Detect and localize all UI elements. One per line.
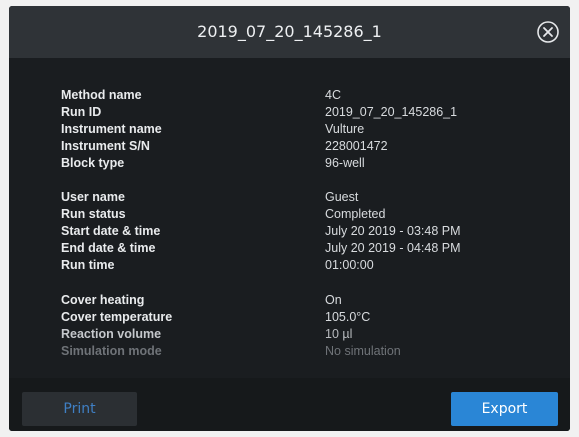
detail-row-end-date-time: End date & time July 20 2019 - 04:48 PM (9, 240, 570, 257)
detail-label: Instrument name (61, 122, 162, 136)
detail-row-instrument-sn: Instrument S/N 228001472 (9, 138, 570, 155)
detail-row-reaction-volume: Reaction volume 10 µl (9, 326, 570, 343)
detail-label: Simulation mode (61, 344, 162, 358)
detail-row-run-id: Run ID 2019_07_20_145286_1 (9, 104, 570, 121)
detail-label: Reaction volume (61, 327, 162, 341)
detail-row-user-name: User name Guest (9, 189, 570, 206)
detail-label: Cover heating (61, 293, 145, 307)
details-list: Method name 4C Run ID 2019_07_20_145286_… (9, 58, 570, 378)
detail-label: Start date & time (61, 224, 161, 238)
detail-row-method-name: Method name 4C (9, 87, 570, 104)
detail-value: Completed (325, 207, 386, 221)
detail-row-cover-heating: Cover heating On (9, 292, 570, 309)
close-button[interactable] (536, 20, 560, 44)
detail-value: July 20 2019 - 03:48 PM (325, 224, 461, 238)
detail-value: 4C (325, 88, 341, 102)
detail-label: Instrument S/N (61, 139, 150, 153)
run-details-dialog: 2019_07_20_145286_1 Method name 4C Run I… (9, 6, 570, 431)
detail-row-block-type: Block type 96-well (9, 155, 570, 172)
detail-value: On (325, 293, 342, 307)
detail-row-run-time: Run time 01:00:00 (9, 257, 570, 274)
detail-label: Cover temperature (61, 310, 173, 324)
detail-value: Vulture (325, 122, 365, 136)
close-circle-icon (537, 21, 559, 43)
detail-row-start-date-time: Start date & time July 20 2019 - 03:48 P… (9, 223, 570, 240)
detail-value: No simulation (325, 344, 401, 358)
print-button[interactable]: Print (22, 392, 137, 426)
detail-value: 228001472 (325, 139, 388, 153)
detail-value: July 20 2019 - 04:48 PM (325, 241, 461, 255)
detail-label: Block type (61, 156, 125, 170)
detail-label: Run time (61, 258, 115, 272)
detail-value: Guest (325, 190, 359, 204)
detail-value: 96-well (325, 156, 365, 170)
detail-value: 01:00:00 (325, 258, 374, 272)
detail-row-instrument-name: Instrument name Vulture (9, 121, 570, 138)
detail-value: 10 µl (325, 327, 353, 341)
detail-value: 105.0°C (325, 310, 371, 324)
detail-row-simulation-mode: Simulation mode No simulation (9, 343, 570, 360)
detail-value: 2019_07_20_145286_1 (325, 105, 458, 119)
detail-row-cover-temperature: Cover temperature 105.0°C (9, 309, 570, 326)
dialog-header: 2019_07_20_145286_1 (9, 6, 570, 58)
detail-label: Method name (61, 88, 142, 102)
screen: 2019_07_20_145286_1 Method name 4C Run I… (0, 0, 579, 437)
detail-row-run-status: Run status Completed (9, 206, 570, 223)
export-button[interactable]: Export (451, 392, 558, 426)
detail-label: End date & time (61, 241, 156, 255)
dialog-footer: Print Export (9, 378, 570, 431)
detail-label: Run ID (61, 105, 102, 119)
detail-label: User name (61, 190, 125, 204)
dialog-title: 2019_07_20_145286_1 (197, 22, 382, 41)
detail-label: Run status (61, 207, 126, 221)
